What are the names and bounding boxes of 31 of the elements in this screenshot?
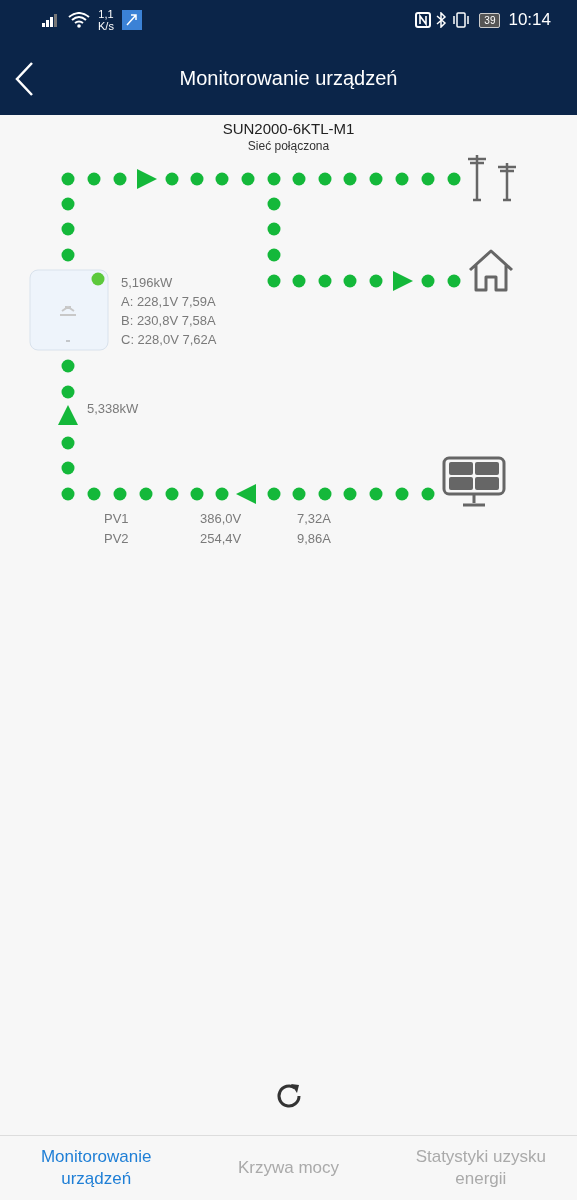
signal-icon	[42, 13, 60, 27]
device-model: SUN2000-6KTL-M1	[221, 119, 356, 138]
battery-level: 39	[479, 12, 501, 28]
flow-line	[61, 197, 75, 262]
wifi-icon	[68, 12, 90, 28]
string-voltage: 386,0V	[200, 510, 242, 528]
pv-power: 5,338kW	[87, 400, 139, 418]
tab[interactable]: Krzywa mocy	[192, 1157, 385, 1179]
clock: 10:14	[508, 9, 551, 32]
back-icon	[14, 60, 34, 97]
string-name: PV2	[104, 530, 129, 548]
screen-title: Monitorowanie urządzeń	[179, 65, 398, 91]
phase-reading: C: 228,0V 7,62A	[121, 331, 217, 349]
nfc-icon	[415, 12, 432, 28]
bluetooth-icon	[435, 12, 448, 28]
string-voltage: 254,4V	[200, 530, 242, 548]
tab[interactable]: Statystyki uzysku energii	[384, 1146, 577, 1190]
vibrate-icon	[451, 12, 472, 28]
grid-status: Sieć połączona	[246, 138, 331, 154]
string-name: PV1	[104, 510, 129, 528]
app-icon	[121, 10, 142, 30]
house-icon	[468, 249, 514, 292]
solar-panel-icon	[442, 456, 506, 507]
tab[interactable]: Monitorowanie urządzeń	[0, 1146, 193, 1190]
phase-reading: B: 230,8V 7,58A	[121, 312, 216, 330]
string-current: 9,86A	[297, 530, 331, 548]
power-pylon-icon	[466, 153, 518, 202]
phase-reading: A: 228,1V 7,59A	[121, 293, 216, 311]
string-current: 7,32A	[297, 510, 331, 528]
network-speed: 1,1 K/s	[98, 8, 114, 32]
output-power: 5,196kW	[121, 274, 173, 292]
